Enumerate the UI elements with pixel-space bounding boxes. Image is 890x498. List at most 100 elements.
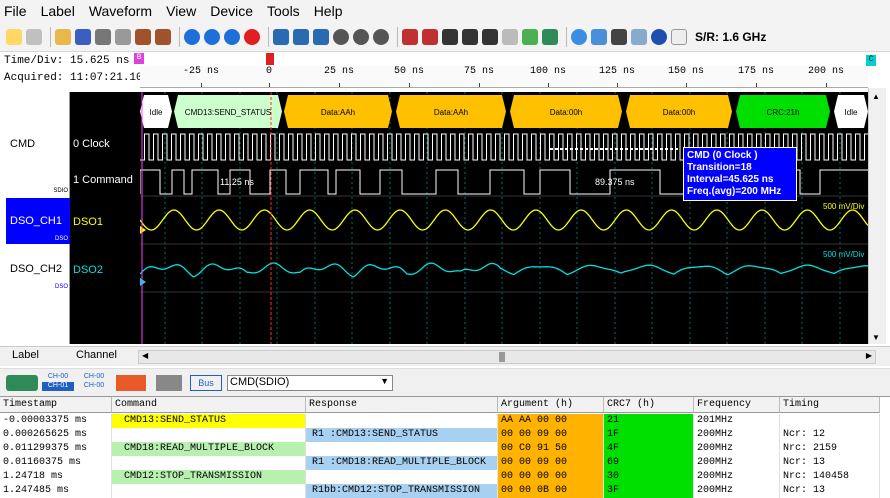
chevron-down-icon[interactable]: ▼ [380, 376, 389, 386]
menu-waveform[interactable]: Waveform [89, 3, 152, 19]
horizontal-scrollbar[interactable]: ◀ ▶ [138, 350, 876, 364]
col-timestamp[interactable]: Timestamp [0, 397, 112, 413]
label-dso-ch1[interactable]: DSO_CH1 DSO [6, 198, 70, 244]
channel-dso1[interactable]: DSO1 [73, 216, 103, 228]
menu-help[interactable]: Help [314, 3, 343, 19]
menu-tools[interactable]: Tools [267, 3, 300, 19]
tab-label[interactable]: Label [8, 349, 43, 365]
window-icon[interactable] [591, 28, 607, 45]
scroll-down-icon[interactable]: ▼ [872, 333, 880, 342]
trigger-marker[interactable] [266, 53, 274, 65]
marker-c[interactable]: C [866, 55, 876, 66]
col-frequency[interactable]: Frequency [694, 397, 780, 413]
tab-channel[interactable]: Channel [72, 349, 121, 365]
label-dso-ch2[interactable]: DSO_CH2 DSO [6, 246, 70, 292]
waveform-area[interactable]: Idle CMD13:SEND_STATUS Data:AAh Data:AAh Dat… [140, 92, 868, 344]
print-preview-icon[interactable] [115, 28, 131, 45]
bus-segment-label: Idle [150, 108, 163, 117]
table-row[interactable]: 0.01160375 ms R1 :CMD18:READ_MULTIPLE_BL… [0, 456, 890, 470]
tooltip-line4: Freq.(avg)=200 MHz [687, 186, 782, 197]
cell-timestamp: 0.000265625 ms [0, 428, 112, 442]
bus-icon[interactable]: Bus [190, 375, 222, 391]
time-div-label: Time/Div: 15.625 ns [4, 55, 130, 67]
channel-badge-3[interactable]: CH-00 [80, 373, 108, 382]
toolbar-separator [50, 26, 51, 47]
run-icon[interactable] [184, 28, 200, 45]
info-icon[interactable] [651, 28, 667, 45]
menu-file[interactable]: File [4, 3, 27, 19]
scroll-right-icon[interactable]: ▶ [866, 351, 872, 360]
grid-icon[interactable] [502, 28, 518, 45]
open-folder-icon[interactable] [55, 28, 71, 45]
col-response[interactable]: Response [306, 397, 498, 413]
col-crc7[interactable]: CRC7 (h) [604, 397, 694, 413]
scroll-thumb[interactable] [499, 352, 505, 362]
decode-settings-icon[interactable] [6, 375, 38, 391]
tooltip-line3: Interval=45.625 ns [687, 174, 774, 185]
bar-view-icon[interactable] [156, 375, 182, 391]
search-prev-icon[interactable] [442, 28, 458, 45]
trigger-level-icon[interactable] [422, 28, 438, 45]
marker-b[interactable]: B [134, 53, 144, 64]
cell-argument: 00 00 09 00 [498, 428, 604, 442]
stop-icon[interactable] [244, 28, 260, 45]
scroll-up-icon[interactable]: ▲ [872, 92, 880, 101]
trigger-edge-icon[interactable] [402, 28, 418, 45]
channel-clock[interactable]: 0 Clock [73, 138, 110, 150]
tooltip-line1: CMD (0 Clock ) [687, 150, 758, 161]
bus-select[interactable]: CMD(SDIO) ▼ [227, 375, 393, 391]
table-row[interactable]: 0.011299375 ms CMD18:READ_MULTIPLE_BLOCK… [0, 442, 890, 456]
waveform-canvas[interactable]: Idle CMD13:SEND_STATUS Data:AAh Data:AAh Dat… [140, 92, 868, 344]
vertical-scrollbar[interactable]: ▲ ▼ [868, 88, 886, 344]
channel-badge-4[interactable]: CH-00 [80, 382, 108, 391]
case-alt-icon[interactable] [155, 28, 171, 45]
cursor-left-icon[interactable] [273, 28, 289, 45]
search-next-icon[interactable] [462, 28, 478, 45]
time-ruler[interactable]: -25 ns 0 25 ns 50 ns 75 ns 100 ns 125 ns 150 ns… [140, 66, 868, 88]
case-icon[interactable] [135, 28, 151, 45]
menu-device[interactable]: Device [210, 3, 253, 19]
run-repeat-icon[interactable] [204, 28, 220, 45]
run-continuous-icon[interactable] [224, 28, 240, 45]
dso2-trace [140, 262, 868, 278]
col-timing[interactable]: Timing [780, 397, 880, 413]
menu-label[interactable]: Label [41, 3, 75, 19]
cell-timestamp: -0.00003375 ms [0, 414, 112, 428]
cell-timing: Nrc: 2159 [780, 442, 880, 456]
search-icon[interactable] [482, 28, 498, 45]
table-row[interactable]: 1.24718 ms CMD12:STOP_TRANSMISSION 00 00… [0, 470, 890, 484]
ruler-tick-mark [479, 83, 480, 87]
channel-dso2[interactable]: DSO2 [73, 264, 103, 276]
zoom-in-icon[interactable] [333, 28, 349, 45]
col-command[interactable]: Command [112, 397, 306, 413]
cell-timing [780, 414, 880, 428]
print-icon[interactable] [95, 28, 111, 45]
wrench-icon[interactable] [26, 28, 42, 45]
table-row[interactable]: 0.000265625 ms R1 :CMD13:SEND_STATUS 00 … [0, 428, 890, 442]
channel-badge-2[interactable]: CH-01 [42, 382, 74, 391]
cursor-right-icon[interactable] [293, 28, 309, 45]
list-icon[interactable] [611, 28, 627, 45]
menu-view[interactable]: View [166, 3, 196, 19]
channel-command[interactable]: 1 Command [73, 174, 133, 186]
waveform-view-icon[interactable] [116, 375, 146, 391]
ruler-tick-label: 200 ns [807, 66, 844, 77]
scroll-left-icon[interactable]: ◀ [142, 351, 148, 360]
cell-command: CMD12:STOP_TRANSMISSION [112, 470, 306, 484]
label-cmd[interactable]: CMD SDIO [6, 92, 70, 196]
light-bulb-icon[interactable] [6, 28, 22, 45]
col-argument[interactable]: Argument (h) [498, 397, 604, 413]
cell-argument: 00 00 09 00 [498, 456, 604, 470]
table-row[interactable]: 1.247485 ms R1bb:CMD12:STOP_TRANSMISSION… [0, 484, 890, 498]
channel-badge-1[interactable]: CH-00 [42, 373, 74, 382]
save-icon[interactable] [75, 28, 91, 45]
cursor-center-icon[interactable] [313, 28, 329, 45]
export-icon[interactable] [542, 28, 558, 45]
refresh-icon[interactable] [571, 28, 587, 45]
zoom-menu-icon[interactable] [373, 28, 389, 45]
note-icon[interactable] [631, 28, 647, 45]
bus-config-icon[interactable] [522, 28, 538, 45]
zoom-out-icon[interactable] [353, 28, 369, 45]
table-row[interactable]: -0.00003375 ms CMD13:SEND_STATUS AA AA 0… [0, 414, 890, 428]
ruler-tick-label: 75 ns [463, 66, 494, 77]
